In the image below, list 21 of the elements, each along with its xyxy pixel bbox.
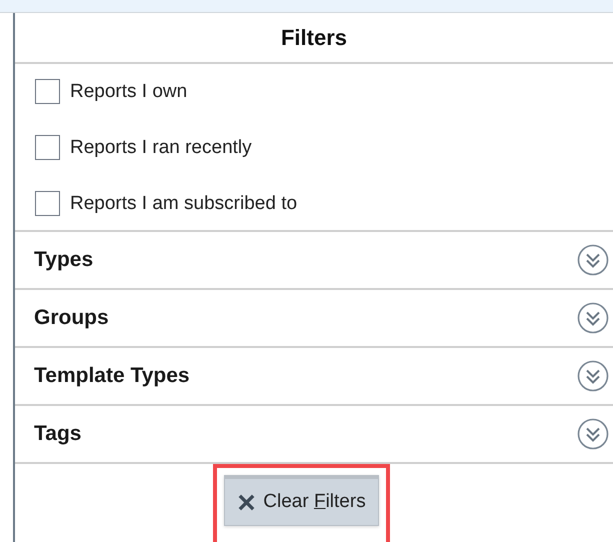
checkbox-label: Reports I am subscribed to (70, 192, 298, 214)
panel-title: Filters (15, 13, 613, 64)
section-header[interactable]: Tags (15, 406, 613, 464)
section-title: Groups (34, 306, 109, 330)
checkbox-label: Reports I ran recently (70, 136, 252, 158)
checkbox[interactable] (35, 191, 60, 216)
checkbox[interactable] (35, 135, 60, 160)
expand-chevron-icon[interactable] (577, 244, 609, 276)
clear-filters-button[interactable]: Clear Filters (224, 475, 379, 526)
section-header[interactable]: Groups (15, 290, 613, 348)
expand-chevron-icon[interactable] (577, 418, 609, 450)
section-title: Template Types (34, 364, 190, 388)
expand-chevron-icon[interactable] (577, 302, 609, 334)
checkbox[interactable] (35, 79, 60, 104)
section-header[interactable]: Template Types (15, 348, 613, 406)
checkbox-label: Reports I own (70, 80, 188, 102)
expand-chevron-icon[interactable] (577, 360, 609, 392)
section-title: Types (34, 248, 94, 272)
section-header[interactable]: Types (15, 232, 613, 290)
close-icon (237, 492, 256, 512)
section-title: Tags (34, 422, 82, 446)
